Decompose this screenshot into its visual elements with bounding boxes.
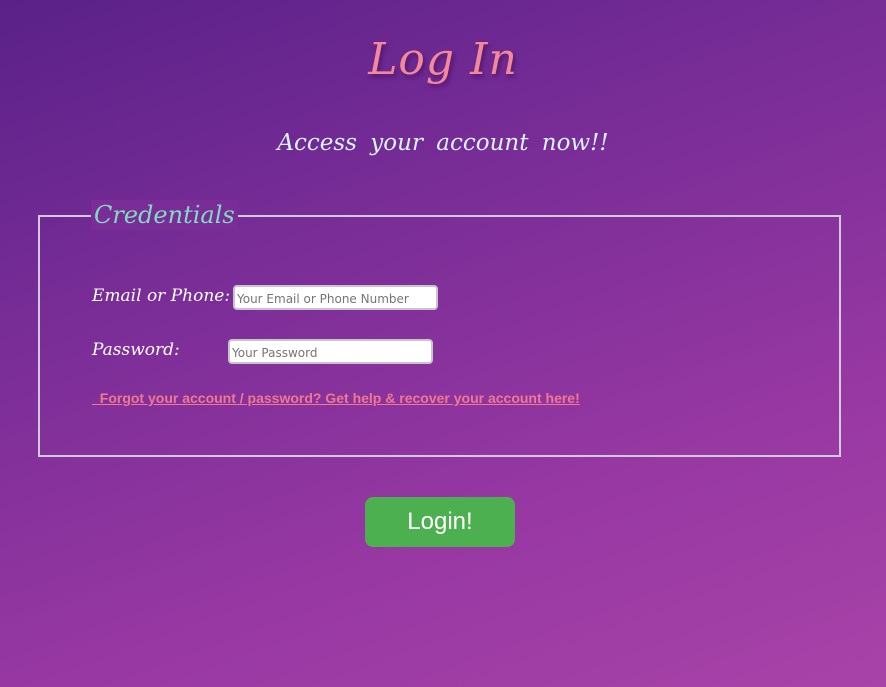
password-input[interactable] (228, 339, 433, 364)
page-subtitle: Access your account now!! (277, 130, 609, 156)
password-label: Password: (92, 340, 180, 360)
page-title: Log In (368, 34, 518, 85)
email-label: Email or Phone: (92, 286, 231, 306)
forgot-account-link[interactable]: Forgot your account / password? Get help… (92, 390, 580, 406)
login-button[interactable]: Login! (365, 497, 515, 547)
credentials-legend: Credentials (91, 200, 238, 230)
email-or-phone-input[interactable] (233, 285, 438, 310)
credentials-fieldset: Credentials Email or Phone: Password: Fo… (38, 200, 841, 457)
